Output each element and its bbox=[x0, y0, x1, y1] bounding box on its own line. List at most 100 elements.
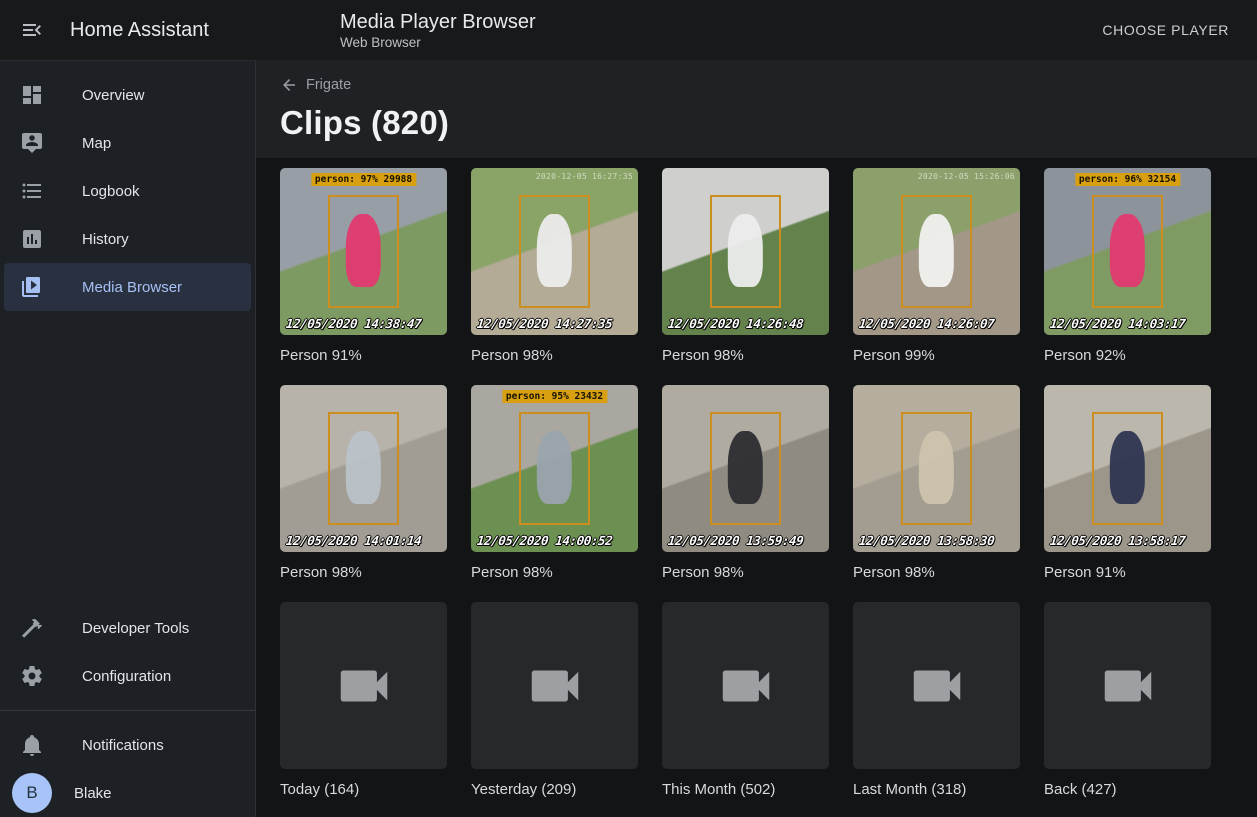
play-box-multiple-icon bbox=[20, 275, 44, 299]
clip-label: Person 99% bbox=[853, 347, 1020, 364]
clip-thumbnail: 2020-12-05 16:27:35 12/05/2020 14:27:35 bbox=[471, 168, 638, 335]
sidebar-item-overview[interactable]: Overview bbox=[4, 71, 251, 119]
videocam-icon bbox=[715, 655, 777, 717]
clip-timestamp: 12/05/2020 14:38:47 bbox=[285, 316, 422, 331]
folder-thumbnail bbox=[1044, 602, 1211, 769]
choose-player-button[interactable]: CHOOSE PLAYER bbox=[1094, 14, 1237, 46]
folder-item[interactable]: This Month (502) bbox=[662, 602, 829, 798]
detection-label: person: 96% 32154 bbox=[1075, 173, 1180, 186]
clip-timestamp: 12/05/2020 14:01:14 bbox=[285, 533, 422, 548]
person-figure bbox=[346, 214, 380, 286]
clip-label: Person 98% bbox=[853, 564, 1020, 581]
clip-thumbnail: person: 95% 23432 12/05/2020 14:00:52 bbox=[471, 385, 638, 552]
clips-grid: person: 97% 29988 12/05/2020 14:38:47 Pe… bbox=[280, 168, 1233, 798]
detection-box bbox=[710, 412, 780, 526]
sidebar-item-label: Notifications bbox=[82, 737, 164, 754]
sidebar-item-configuration[interactable]: Configuration bbox=[4, 652, 251, 700]
videocam-icon bbox=[1097, 655, 1159, 717]
clip-timestamp: 12/05/2020 14:26:48 bbox=[667, 316, 804, 331]
app-title: Home Assistant bbox=[70, 19, 209, 42]
panel-title: Media Player Browser bbox=[340, 11, 536, 33]
media-header: Frigate Clips (820) bbox=[256, 60, 1257, 158]
sidebar-item-developer-tools[interactable]: Developer Tools bbox=[4, 604, 251, 652]
clip-item[interactable]: 12/05/2020 13:58:17 Person 91% bbox=[1044, 385, 1211, 581]
account-tooltip-icon bbox=[20, 131, 44, 155]
clip-item[interactable]: person: 95% 23432 12/05/2020 14:00:52 Pe… bbox=[471, 385, 638, 581]
person-figure bbox=[919, 431, 953, 503]
person-figure bbox=[728, 431, 762, 503]
menu-toggle-icon[interactable] bbox=[20, 18, 44, 42]
folder-item[interactable]: Last Month (318) bbox=[853, 602, 1020, 798]
videocam-icon bbox=[333, 655, 395, 717]
videocam-icon bbox=[524, 655, 586, 717]
clip-thumbnail: 12/05/2020 13:58:17 bbox=[1044, 385, 1211, 552]
chart-box-icon bbox=[20, 227, 44, 251]
clip-timestamp: 12/05/2020 14:03:17 bbox=[1049, 316, 1186, 331]
clip-item[interactable]: 12/05/2020 13:58:30 Person 98% bbox=[853, 385, 1020, 581]
clip-label: Person 91% bbox=[1044, 564, 1211, 581]
sidebar-item-label: History bbox=[82, 231, 129, 248]
clip-item[interactable]: 12/05/2020 14:26:48 Person 98% bbox=[662, 168, 829, 364]
detection-box bbox=[1092, 412, 1162, 526]
detection-box bbox=[710, 195, 780, 309]
clip-thumbnail: 12/05/2020 13:59:49 bbox=[662, 385, 829, 552]
detection-box bbox=[519, 412, 589, 526]
folder-item[interactable]: Back (427) bbox=[1044, 602, 1211, 798]
clip-label: Person 98% bbox=[662, 564, 829, 581]
person-figure bbox=[537, 431, 571, 503]
clip-thumbnail: 12/05/2020 13:58:30 bbox=[853, 385, 1020, 552]
folder-thumbnail bbox=[853, 602, 1020, 769]
sidebar-item-notifications[interactable]: Notifications bbox=[4, 721, 251, 769]
folder-label: Back (427) bbox=[1044, 781, 1211, 798]
clip-thumbnail: 12/05/2020 14:01:14 bbox=[280, 385, 447, 552]
clip-label: Person 91% bbox=[280, 347, 447, 364]
clip-timestamp: 12/05/2020 14:27:35 bbox=[476, 316, 613, 331]
clip-item[interactable]: person: 96% 32154 12/05/2020 14:03:17 Pe… bbox=[1044, 168, 1211, 364]
folder-item[interactable]: Today (164) bbox=[280, 602, 447, 798]
back-arrow-icon bbox=[280, 76, 298, 94]
sidebar-spacer bbox=[0, 311, 255, 604]
media-content: person: 97% 29988 12/05/2020 14:38:47 Pe… bbox=[256, 158, 1257, 817]
videocam-icon bbox=[906, 655, 968, 717]
clip-label: Person 98% bbox=[280, 564, 447, 581]
detection-label: person: 95% 23432 bbox=[502, 390, 607, 403]
dashboard-icon bbox=[20, 83, 44, 107]
sidebar-item-label: Map bbox=[82, 135, 111, 152]
sidebar-item-logbook[interactable]: Logbook bbox=[4, 167, 251, 215]
clip-item[interactable]: person: 97% 29988 12/05/2020 14:38:47 Pe… bbox=[280, 168, 447, 364]
breadcrumb-label: Frigate bbox=[306, 77, 351, 93]
detection-box bbox=[328, 195, 398, 309]
person-figure bbox=[728, 214, 762, 286]
sidebar-item-map[interactable]: Map bbox=[4, 119, 251, 167]
sidebar-item-label: Configuration bbox=[82, 668, 171, 685]
clip-item[interactable]: 12/05/2020 13:59:49 Person 98% bbox=[662, 385, 829, 581]
user-name: Blake bbox=[74, 785, 112, 802]
clip-timestamp: 12/05/2020 13:58:17 bbox=[1049, 533, 1186, 548]
clip-timestamp: 12/05/2020 14:26:07 bbox=[858, 316, 995, 331]
main-panel: Frigate Clips (820) person: 97% 29988 12… bbox=[256, 60, 1257, 817]
clip-label: Person 98% bbox=[471, 347, 638, 364]
clip-thumbnail: 2020-12-05 15:26:06 12/05/2020 14:26:07 bbox=[853, 168, 1020, 335]
clip-item[interactable]: 2020-12-05 15:26:06 12/05/2020 14:26:07 … bbox=[853, 168, 1020, 364]
folder-thumbnail bbox=[280, 602, 447, 769]
list-bulleted-icon bbox=[20, 179, 44, 203]
folder-item[interactable]: Yesterday (209) bbox=[471, 602, 638, 798]
hammer-icon bbox=[20, 616, 44, 640]
clip-timestamp: 12/05/2020 13:59:49 bbox=[667, 533, 804, 548]
person-figure bbox=[537, 214, 571, 286]
sidebar-item-media-browser[interactable]: Media Browser bbox=[4, 263, 251, 311]
folder-label: Today (164) bbox=[280, 781, 447, 798]
sidebar: Overview Map Logbook History Media Brows… bbox=[0, 60, 256, 817]
sidebar-item-label: Media Browser bbox=[82, 279, 182, 296]
detection-label: person: 97% 29988 bbox=[311, 173, 416, 186]
clip-timestamp: 12/05/2020 13:58:30 bbox=[858, 533, 995, 548]
sidebar-item-label: Overview bbox=[82, 87, 145, 104]
clip-item[interactable]: 12/05/2020 14:01:14 Person 98% bbox=[280, 385, 447, 581]
sidebar-item-history[interactable]: History bbox=[4, 215, 251, 263]
breadcrumb[interactable]: Frigate bbox=[280, 76, 351, 94]
folder-thumbnail bbox=[471, 602, 638, 769]
sidebar-item-user[interactable]: B Blake bbox=[4, 769, 251, 817]
clip-item[interactable]: 2020-12-05 16:27:35 12/05/2020 14:27:35 … bbox=[471, 168, 638, 364]
detection-box bbox=[519, 195, 589, 309]
panel-subtitle: Web Browser bbox=[340, 35, 536, 50]
